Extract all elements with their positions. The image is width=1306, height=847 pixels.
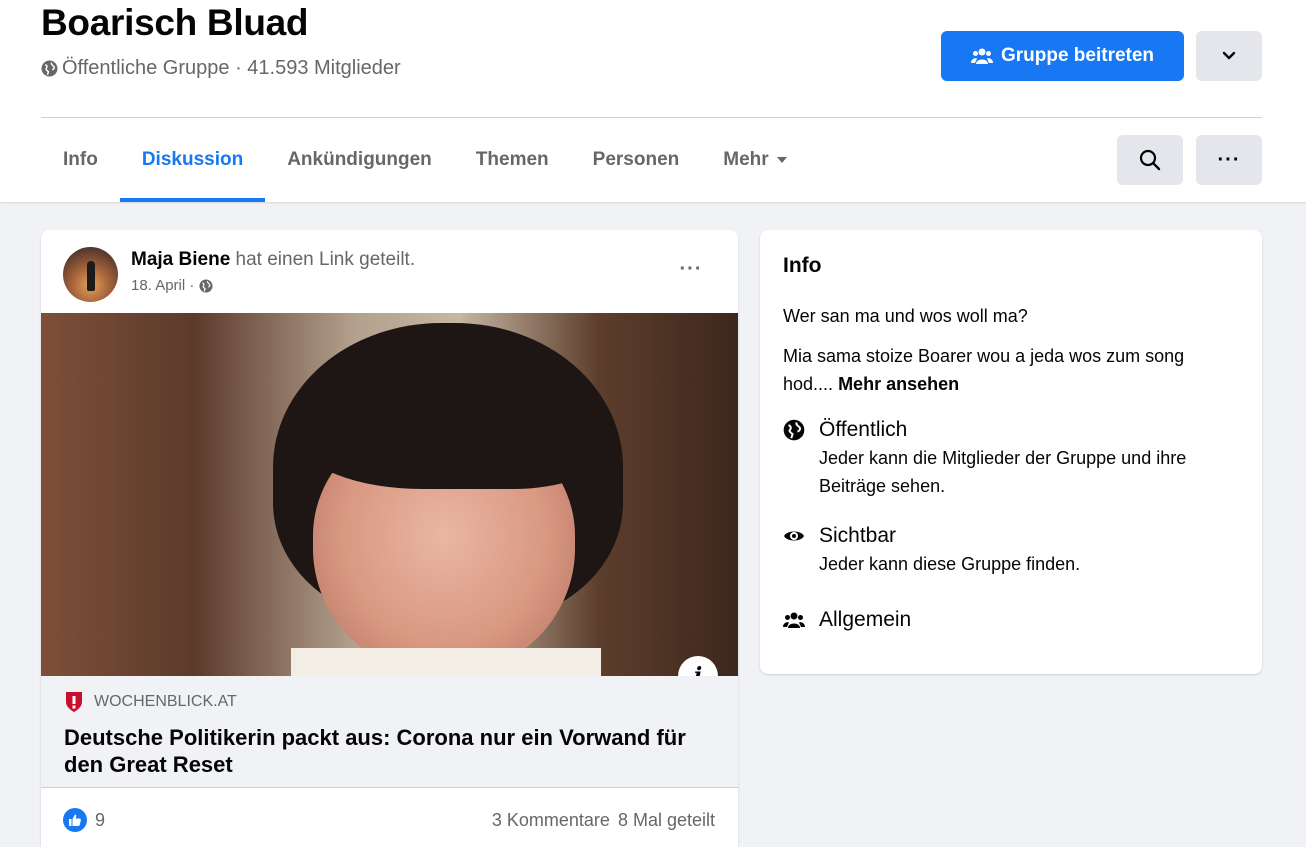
people-icon: [970, 48, 993, 64]
tab-themen-label: Themen: [475, 149, 549, 170]
see-more-link[interactable]: Mehr ansehen: [838, 374, 959, 394]
post-author-line: Maja Biene hat einen Link geteilt.: [131, 249, 415, 271]
shield-icon: [66, 692, 82, 712]
join-group-button[interactable]: Gruppe beitreten: [941, 31, 1184, 81]
tab-diskussion[interactable]: Diskussion: [119, 118, 266, 202]
chevron-down-icon: [1222, 51, 1236, 60]
info-title: Info: [783, 254, 822, 277]
post-author-name[interactable]: Maja Biene: [131, 249, 230, 270]
info-description: Mia sama stoize Boarer wou a jeda wos zu…: [783, 342, 1233, 398]
globe-icon: [41, 60, 58, 77]
globe-icon: [199, 278, 213, 293]
shares-count[interactable]: 8 Mal geteilt: [618, 810, 715, 831]
globe-icon: [783, 419, 805, 441]
tab-info-label: Info: [63, 149, 98, 170]
info-item-general: Allgemein: [783, 606, 911, 634]
group-meta-text: Öffentliche Gruppe · 41.593 Mitglieder: [62, 57, 401, 79]
group-meta: Öffentliche Gruppe · 41.593 Mitglieder: [41, 57, 401, 80]
info-item-sub: Jeder kann die Mitglieder der Gruppe und…: [819, 448, 1187, 496]
link-title: Deutsche Politikerin packt aus: Corona n…: [64, 725, 686, 777]
tab-info[interactable]: Info: [41, 118, 120, 202]
group-header: Boarisch Bluad Öffentliche Gruppe · 41.5…: [0, 0, 1306, 202]
info-card: Info Wer san ma und wos woll ma? Mia sam…: [760, 230, 1262, 674]
search-button[interactable]: [1117, 135, 1183, 185]
eye-icon: [784, 531, 804, 541]
post-card: Maja Biene hat einen Link geteilt. 18. A…: [41, 230, 738, 847]
link-preview-image[interactable]: i: [41, 313, 738, 676]
info-item-sub: Jeder kann diese Gruppe finden.: [819, 554, 1081, 574]
post-stats: 3 Kommentare 8 Mal geteilt: [492, 810, 715, 831]
info-item-head: Öffentlich: [819, 418, 908, 441]
tab-personen-label: Personen: [592, 149, 680, 170]
tab-ankuendigungen[interactable]: Ankündigungen: [265, 118, 454, 202]
info-item-head: Allgemein: [819, 608, 912, 631]
image-shirt-shape: [291, 648, 601, 676]
image-info-icon[interactable]: i: [678, 656, 718, 676]
tab-personen[interactable]: Personen: [571, 118, 702, 202]
tab-mehr-label: Mehr: [723, 149, 769, 170]
post-action: hat einen Link geteilt.: [230, 249, 416, 270]
tab-ankuendigungen-label: Ankündigungen: [287, 149, 432, 170]
tab-diskussion-label: Diskussion: [141, 149, 244, 170]
info-item-visible: Sichtbar Jeder kann diese Gruppe finden.: [783, 522, 1229, 578]
info-question: Wer san ma und wos woll ma?: [783, 306, 1028, 326]
tab-themen[interactable]: Themen: [454, 118, 571, 202]
join-group-label: Gruppe beitreten: [1000, 45, 1155, 66]
post-menu-button[interactable]: ···: [673, 254, 709, 284]
info-item-public: Öffentlich Jeder kann die Mitglieder der…: [783, 416, 1229, 500]
search-icon: [1139, 149, 1161, 171]
info-item-head: Sichtbar: [819, 524, 897, 547]
link-source: WOCHENBLICK.AT: [94, 693, 237, 710]
comments-count[interactable]: 3 Kommentare: [492, 810, 610, 831]
dropdown-button[interactable]: [1196, 31, 1262, 81]
post-date: 18. April ·: [131, 277, 195, 294]
tab-mehr[interactable]: Mehr: [701, 118, 808, 202]
avatar[interactable]: [63, 247, 118, 302]
link-preview[interactable]: WOCHENBLICK.AT Deutsche Politikerin pack…: [41, 676, 738, 788]
group-tabs: Info Diskussion Ankündigungen Themen Per…: [41, 118, 809, 202]
image-bangs-shape: [303, 371, 603, 489]
link-source-row: WOCHENBLICK.AT: [64, 690, 237, 714]
like-icon: [63, 808, 87, 832]
group-title: Boarisch Bluad: [41, 2, 309, 43]
reaction-count[interactable]: 9: [63, 808, 105, 832]
people-icon: [783, 612, 805, 628]
more-options-button[interactable]: ···: [1196, 135, 1262, 185]
like-count: 9: [95, 809, 106, 830]
post-timestamp[interactable]: 18. April ·: [131, 277, 213, 294]
caret-down-icon: [776, 157, 787, 163]
